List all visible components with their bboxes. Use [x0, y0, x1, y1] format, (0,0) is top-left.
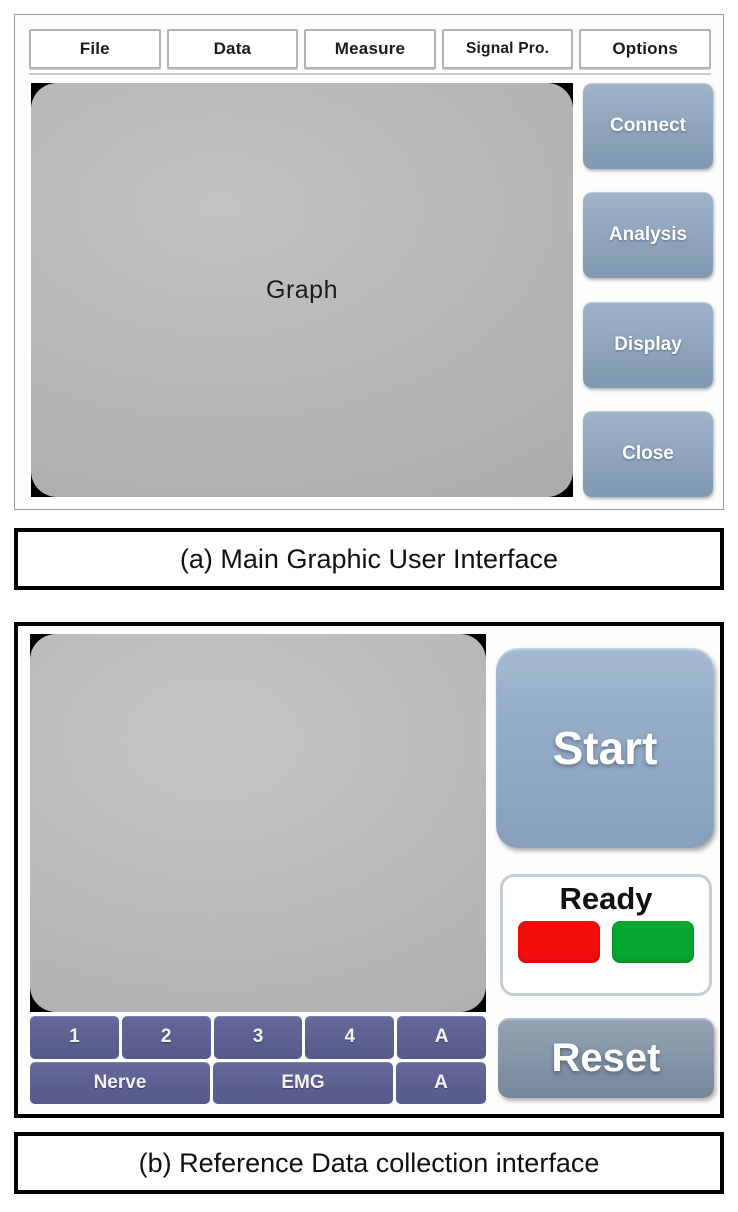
channel-cell-2[interactable]: 2: [121, 1016, 211, 1059]
channel-table-row: Nerve EMG A: [30, 1061, 486, 1104]
reset-button[interactable]: Reset: [498, 1018, 714, 1098]
graph-display-area[interactable]: Graph: [31, 83, 573, 497]
ready-status-panel: Ready: [500, 874, 712, 996]
menu-item-measure[interactable]: Measure: [304, 29, 436, 69]
display-button[interactable]: Display: [583, 301, 713, 388]
graph-placeholder-label: Graph: [266, 275, 338, 304]
reference-data-collection-panel: 1 2 3 4 A Nerve EMG A Start Ready Reset: [14, 622, 724, 1118]
graph-display-frame-b: [30, 634, 486, 1012]
main-gui-panel: File Data Measure Signal Pro. Options Gr…: [14, 14, 724, 510]
menu-item-signal-pro[interactable]: Signal Pro.: [441, 29, 574, 69]
menu-bar: File Data Measure Signal Pro. Options: [29, 29, 711, 75]
status-indicator-green[interactable]: [612, 920, 694, 963]
connect-button[interactable]: Connect: [583, 83, 713, 169]
channel-cell-a[interactable]: A: [397, 1016, 486, 1059]
channel-table-row: 1 2 3 4 A: [30, 1016, 486, 1059]
ready-status-label: Ready: [559, 881, 653, 916]
menu-item-options[interactable]: Options: [579, 29, 711, 69]
graph-display-area-b[interactable]: [30, 634, 486, 1012]
channel-table: 1 2 3 4 A Nerve EMG A: [30, 1016, 486, 1104]
reset-button-label: Reset: [551, 1035, 661, 1080]
analysis-button[interactable]: Analysis: [583, 192, 713, 279]
close-button[interactable]: Close: [583, 410, 713, 497]
start-button-label: Start: [552, 722, 658, 774]
channel-group-nerve[interactable]: Nerve: [30, 1061, 210, 1104]
channel-cell-4[interactable]: 4: [305, 1016, 395, 1059]
channel-group-emg[interactable]: EMG: [213, 1061, 393, 1104]
indicator-row: [518, 920, 694, 963]
caption-figure-a-text: (a) Main Graphic User Interface: [179, 543, 559, 574]
caption-figure-a: (a) Main Graphic User Interface: [14, 528, 724, 590]
menu-item-file[interactable]: File: [29, 29, 161, 69]
graph-display-frame: Graph: [31, 83, 573, 497]
side-button-column: Connect Analysis Display Close: [583, 83, 713, 497]
channel-group-a[interactable]: A: [396, 1061, 486, 1104]
channel-cell-3[interactable]: 3: [213, 1016, 303, 1059]
status-indicator-red[interactable]: [518, 920, 600, 963]
menu-item-data[interactable]: Data: [166, 29, 299, 69]
channel-cell-1[interactable]: 1: [30, 1016, 119, 1059]
start-button[interactable]: Start: [496, 648, 714, 848]
caption-figure-b-text: (b) Reference Data collection interface: [138, 1147, 600, 1178]
caption-figure-b: (b) Reference Data collection interface: [14, 1132, 724, 1194]
